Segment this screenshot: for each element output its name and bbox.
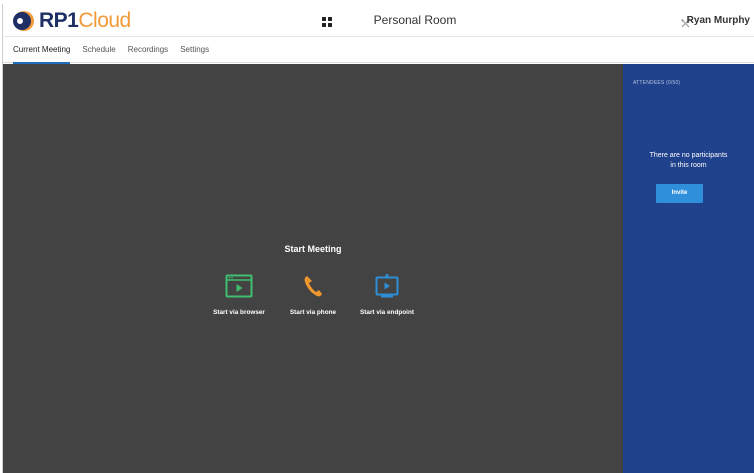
apps-grid-icon[interactable] (322, 17, 332, 27)
endpoint-icon (372, 271, 402, 301)
start-via-phone-label: Start via phone (289, 309, 337, 316)
top-header: RP1Cloud Personal Room Ryan Murphy (3, 4, 754, 37)
empty-participants-message: There are no participants in this room (623, 151, 754, 171)
phone-icon (298, 271, 328, 301)
meeting-stage: Start Meeting Start via browser Start vi (3, 64, 623, 473)
browser-icon (224, 271, 254, 301)
tab-current-meeting[interactable]: Current Meeting (3, 37, 76, 64)
tab-bar: Current Meeting Schedule Recordings Sett… (3, 37, 754, 64)
empty-message-line-2: in this room (670, 162, 707, 169)
empty-message-line-1: There are no participants (649, 152, 728, 159)
tab-recordings[interactable]: Recordings (122, 37, 174, 63)
start-via-browser-button[interactable]: Start via browser (203, 271, 275, 316)
page-title: Personal Room (373, 13, 457, 27)
user-menu[interactable]: Ryan Murphy (687, 4, 750, 37)
tab-settings[interactable]: Settings (174, 37, 215, 63)
tab-schedule[interactable]: Schedule (76, 37, 121, 63)
start-via-phone-button[interactable]: Start via phone (277, 271, 349, 316)
logo-wordmark: RP1Cloud (39, 9, 131, 32)
start-via-endpoint-button[interactable]: Start via endpoint (351, 271, 423, 316)
start-via-endpoint-label: Start via endpoint (360, 309, 414, 316)
attendees-panel: ATTENDEES (0/50) There are no participan… (623, 64, 754, 473)
logo-mark-icon (13, 10, 35, 32)
start-options: Start via browser Start via phone Start … (3, 271, 623, 316)
rp1cloud-logo[interactable]: RP1Cloud (13, 10, 131, 32)
attendees-count-label: ATTENDEES (0/50) (633, 80, 681, 86)
invite-button[interactable]: Invite (656, 184, 703, 203)
start-via-browser-label: Start via browser (213, 309, 265, 316)
start-meeting-heading: Start Meeting (284, 244, 342, 254)
